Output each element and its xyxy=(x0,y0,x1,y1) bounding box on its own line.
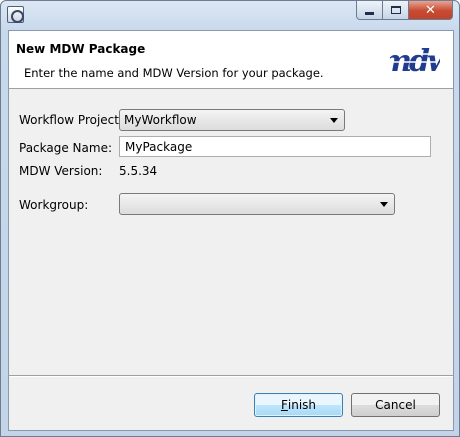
title-bar[interactable]: ✕ xyxy=(1,1,459,29)
cancel-button[interactable]: Cancel xyxy=(351,393,440,417)
mdw-version-label: MDW Version: xyxy=(19,164,103,178)
minimize-icon xyxy=(365,11,374,15)
maximize-icon xyxy=(390,6,401,14)
minimize-button[interactable] xyxy=(356,1,383,20)
window-controls: ✕ xyxy=(356,1,453,21)
page-title: New MDW Package xyxy=(16,42,146,56)
mdw-logo: mdw xyxy=(390,44,440,79)
close-icon: ✕ xyxy=(425,2,436,18)
chevron-down-icon xyxy=(330,118,338,123)
workflow-project-label: Workflow Project: xyxy=(19,113,124,127)
workgroup-label: Workgroup: xyxy=(19,198,89,212)
workflow-project-combo[interactable]: MyWorkflow xyxy=(119,109,345,131)
cancel-label: Cancel xyxy=(375,398,416,412)
package-name-input[interactable] xyxy=(119,136,431,157)
dialog-client-area: New MDW Package Enter the name and MDW V… xyxy=(8,30,454,431)
button-bar-separator xyxy=(9,375,453,377)
finish-button[interactable]: Finish xyxy=(254,393,343,417)
workgroup-combo[interactable] xyxy=(119,193,395,215)
mdw-version-value: 5.5.34 xyxy=(119,164,158,178)
page-description: Enter the name and MDW Version for your … xyxy=(24,66,324,80)
eclipse-app-icon[interactable] xyxy=(7,6,24,23)
finish-label: inish xyxy=(287,398,317,412)
finish-mnemonic: F xyxy=(280,398,288,412)
package-name-label: Package Name: xyxy=(19,141,112,155)
workflow-project-value: MyWorkflow xyxy=(124,113,197,127)
chevron-down-icon xyxy=(380,202,388,207)
dialog-window: ✕ New MDW Package Enter the name and MDW… xyxy=(0,0,460,437)
close-button[interactable]: ✕ xyxy=(409,1,453,20)
maximize-button[interactable] xyxy=(383,1,409,20)
wizard-header: New MDW Package Enter the name and MDW V… xyxy=(9,31,453,89)
